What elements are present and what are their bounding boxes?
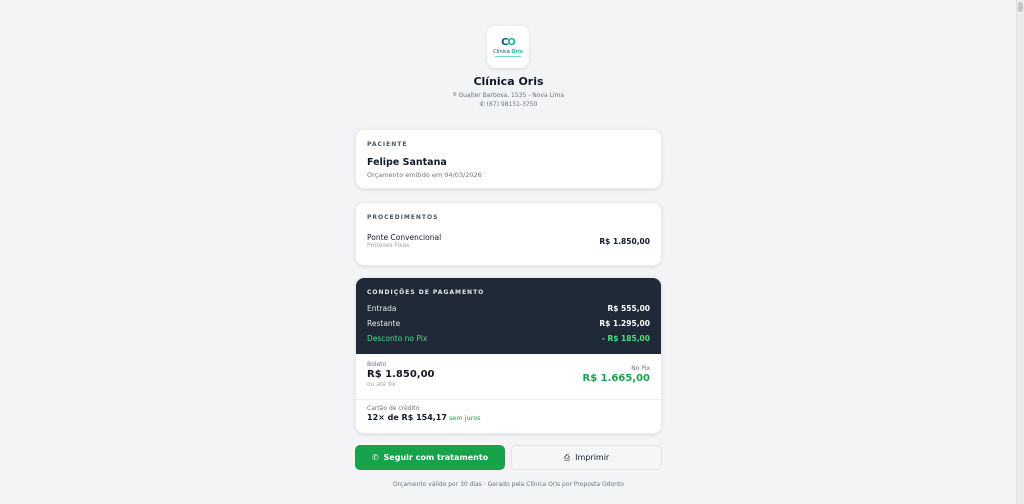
- credit-card-installments: 12× de R$ 154,17: [367, 413, 447, 422]
- logo-underline: [495, 55, 521, 57]
- remaining-row: Restante R$ 1.295,00: [367, 319, 650, 328]
- pix-discount-row: Desconto no Pix - R$ 185,00: [367, 334, 650, 343]
- patient-section-label: PACIENTE: [367, 141, 408, 148]
- boleto-value: R$ 1.850,00: [367, 369, 435, 380]
- patient-name: Felipe Santana: [367, 157, 447, 168]
- credit-card-tag: sem juros: [448, 414, 481, 422]
- pix-discount-value: - R$ 185,00: [601, 334, 650, 343]
- whatsapp-icon: ✆: [371, 453, 379, 462]
- payment-divider: [356, 399, 661, 400]
- payment-card: CONDIÇÕES DE PAGAMENTO Entrada R$ 555,00…: [355, 277, 662, 434]
- remaining-value: R$ 1.295,00: [599, 319, 650, 328]
- clinic-address: ⌾ Gualter Barbosa, 1535 - Nova Lima: [355, 91, 662, 99]
- patient-card: PACIENTE Felipe Santana Orçamento emitid…: [355, 129, 662, 189]
- print-button[interactable]: ⎙ Imprimir: [511, 445, 662, 470]
- procedure-row: Ponte Convencional Próteses Fixas R$ 1.8…: [367, 233, 650, 249]
- boleto-label: Boleto: [367, 361, 387, 368]
- payment-section-label: CONDIÇÕES DE PAGAMENTO: [367, 289, 485, 296]
- phone-icon: ✆: [479, 101, 485, 108]
- procedure-name: Ponte Convencional: [367, 233, 442, 242]
- clinic-phone-text: (67) 98151-3750: [486, 101, 538, 108]
- credit-card-value: 12× de R$ 154,17 sem juros: [367, 413, 481, 422]
- clinic-phone: ✆ (67) 98151-3750: [355, 101, 662, 108]
- pix-value: R$ 1.665,00: [582, 373, 651, 384]
- continue-treatment-button[interactable]: ✆ Seguir com tratamento: [355, 445, 505, 470]
- map-pin-icon: ⌾: [452, 91, 457, 98]
- print-label: Imprimir: [575, 453, 610, 462]
- procedures-card: PROCEDIMENTOS Ponte Convencional Prótese…: [355, 202, 662, 266]
- printer-icon: ⎙: [563, 452, 571, 462]
- payment-options-panel: Boleto R$ 1.850,00 ou até 9x No Pix R$ 1…: [356, 354, 661, 433]
- footer-note: Orçamento válido por 30 dias · Gerado pe…: [393, 481, 624, 488]
- clinic-name: Clínica Oris: [473, 75, 544, 88]
- boleto-installments: ou até 9x: [367, 381, 396, 388]
- pix-option: No Pix R$ 1.665,00: [583, 365, 651, 384]
- pix-discount-label: Desconto no Pix: [367, 334, 428, 343]
- credit-card-option: Cartão de crédito 12× de R$ 154,17 sem ju…: [367, 405, 481, 422]
- procedure-price: R$ 1.850,00: [599, 236, 650, 246]
- procedure-category: Próteses Fixas: [367, 242, 410, 249]
- quote-issued-date: Orçamento emitido em 04/03/2026: [367, 171, 482, 179]
- boleto-option: Boleto R$ 1.850,00 ou até 9x: [367, 361, 435, 388]
- pix-label: No Pix: [631, 365, 650, 372]
- scrollbar-thumb[interactable]: [1018, 2, 1023, 12]
- credit-card-label: Cartão de crédito: [367, 405, 420, 412]
- remaining-label: Restante: [367, 319, 401, 328]
- procedures-section-label: PROCEDIMENTOS: [367, 214, 439, 221]
- continue-treatment-label: Seguir com tratamento: [383, 453, 489, 462]
- down-payment-row: Entrada R$ 555,00: [367, 304, 650, 313]
- logo-mark: CO: [501, 36, 516, 48]
- down-payment-label: Entrada: [367, 304, 397, 313]
- logo-wordmark: Clínica Oris: [493, 48, 523, 55]
- payment-summary-panel: CONDIÇÕES DE PAGAMENTO Entrada R$ 555,00…: [356, 278, 661, 354]
- page-scrollbar[interactable]: [1016, 0, 1024, 504]
- down-payment-value: R$ 555,00: [607, 304, 650, 313]
- clinic-logo: CO Clínica Oris: [487, 26, 529, 68]
- clinic-address-text: Gualter Barbosa, 1535 - Nova Lima: [458, 91, 565, 99]
